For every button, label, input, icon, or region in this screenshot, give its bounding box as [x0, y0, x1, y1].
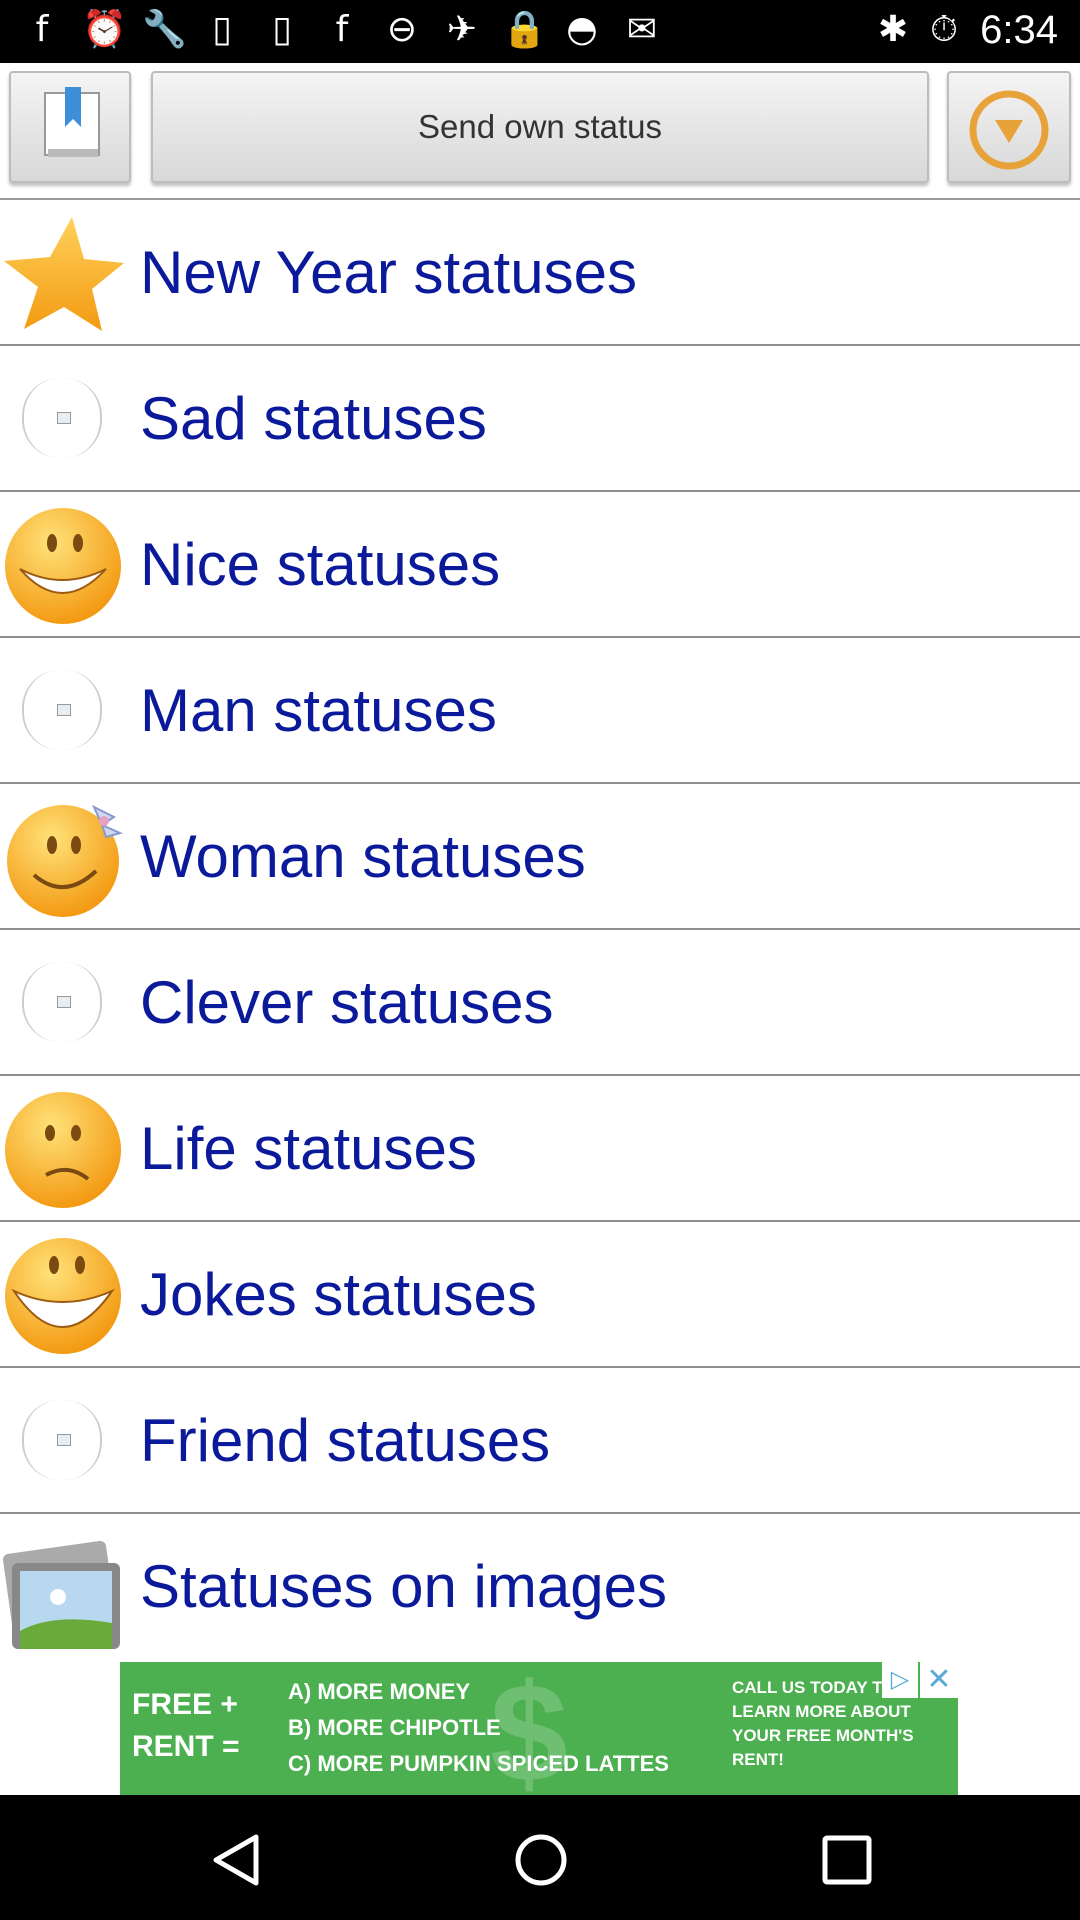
ad-mid-line: B) MORE CHIPOTLE — [288, 1715, 501, 1740]
list-item[interactable]: Statuses on images — [0, 1514, 1080, 1660]
ad-banner[interactable]: $ FREE + RENT = A) MORE MONEY B) MORE CH… — [120, 1662, 958, 1795]
gps-icon: ✈ — [446, 9, 478, 50]
broken-image-icon — [22, 670, 102, 750]
bookmark-icon — [44, 87, 100, 157]
category-list: New Year statuses Sad statuses Nice stat… — [0, 200, 1080, 1660]
ad-choices-icon[interactable]: ▷ — [882, 1662, 918, 1698]
list-item[interactable]: Man statuses — [0, 638, 1080, 784]
facebook-icon: f — [335, 9, 349, 50]
back-icon[interactable] — [208, 1833, 268, 1887]
home-icon[interactable] — [511, 1833, 571, 1887]
ad-close-icon[interactable]: ✕ — [920, 1662, 958, 1698]
broken-image-icon — [22, 1400, 102, 1480]
broken-image-icon — [22, 962, 102, 1042]
bluetooth-icon: ✱ — [877, 9, 909, 50]
list-item-label: Sad statuses — [140, 385, 487, 452]
app-content: Send own status New Year statuses Sad st… — [0, 63, 1080, 1795]
ad-left-line: RENT = — [132, 1730, 240, 1763]
ad-mid-line: A) MORE MONEY — [288, 1679, 471, 1704]
laugh-smiley-icon — [5, 1238, 121, 1354]
list-item[interactable]: Clever statuses — [0, 930, 1080, 1076]
sim-icon: ▯ — [212, 9, 232, 50]
lock-icon: 🔒 — [502, 9, 547, 50]
clock: 6:34 — [980, 8, 1058, 52]
list-item-label: Clever statuses — [140, 969, 554, 1036]
list-item[interactable]: Life statuses — [0, 1076, 1080, 1222]
list-item[interactable]: Woman statuses — [0, 784, 1080, 930]
list-item-label: Nice statuses — [140, 531, 501, 598]
send-own-status-label: Send own status — [418, 108, 662, 145]
android-icon: ◓ — [566, 9, 598, 50]
list-item-label: Statuses on images — [140, 1553, 667, 1620]
ad-mid-line: C) MORE PUMPKIN SPICED LATTES — [288, 1751, 669, 1776]
navigation-bar — [0, 1795, 1080, 1920]
notification-icons: f ⏰ 🔧 ▯ ▯ f ⊖ ✈ 🔒 ◓ ✉ — [22, 10, 662, 50]
wrench-icon: 🔧 — [142, 9, 187, 50]
sad-smiley-icon — [5, 1092, 121, 1208]
grin-smiley-icon — [5, 508, 121, 624]
list-item-label: New Year statuses — [140, 239, 637, 306]
status-bar: f ⏰ 🔧 ▯ ▯ f ⊖ ✈ 🔒 ◓ ✉ ✱ ⏱ 6:34 — [0, 0, 1080, 63]
ad-left-line: FREE + — [132, 1688, 238, 1721]
alarm-icon: ⏰ — [82, 9, 127, 50]
list-item-label: Man statuses — [140, 677, 497, 744]
picture-icon — [3, 1540, 120, 1649]
recent-apps-icon[interactable] — [817, 1833, 877, 1887]
block-icon: ⊖ — [386, 9, 418, 50]
inbox-icon: ✉ — [626, 9, 658, 50]
ad-mid-text: A) MORE MONEY B) MORE CHIPOTLE C) MORE P… — [288, 1674, 669, 1782]
broken-image-icon — [22, 378, 102, 458]
list-item[interactable]: Jokes statuses — [0, 1222, 1080, 1368]
alarm-icon: ⏱ — [930, 9, 959, 50]
list-item-label: Jokes statuses — [140, 1261, 537, 1328]
ad-left-text: FREE + RENT = — [132, 1684, 240, 1768]
star-icon — [4, 217, 124, 331]
list-item[interactable]: Nice statuses — [0, 492, 1080, 638]
sim-icon: ▯ — [272, 9, 292, 50]
list-item-label: Life statuses — [140, 1115, 477, 1182]
list-item[interactable]: Friend statuses — [0, 1368, 1080, 1514]
toolbar: Send own status — [0, 63, 1080, 200]
bookmarks-button[interactable] — [9, 71, 131, 183]
system-icons: ✱ ⏱ 6:34 — [878, 6, 1058, 54]
list-item-label: Woman statuses — [140, 823, 586, 890]
list-item-label: Friend statuses — [140, 1407, 551, 1474]
facebook-icon: f — [35, 9, 49, 50]
list-item[interactable]: New Year statuses — [0, 200, 1080, 346]
list-item[interactable]: Sad statuses — [0, 346, 1080, 492]
bow-smiley-icon — [7, 804, 123, 917]
send-own-status-button[interactable]: Send own status — [151, 71, 929, 183]
dropdown-icon — [969, 90, 1049, 170]
dropdown-button[interactable] — [947, 71, 1071, 183]
